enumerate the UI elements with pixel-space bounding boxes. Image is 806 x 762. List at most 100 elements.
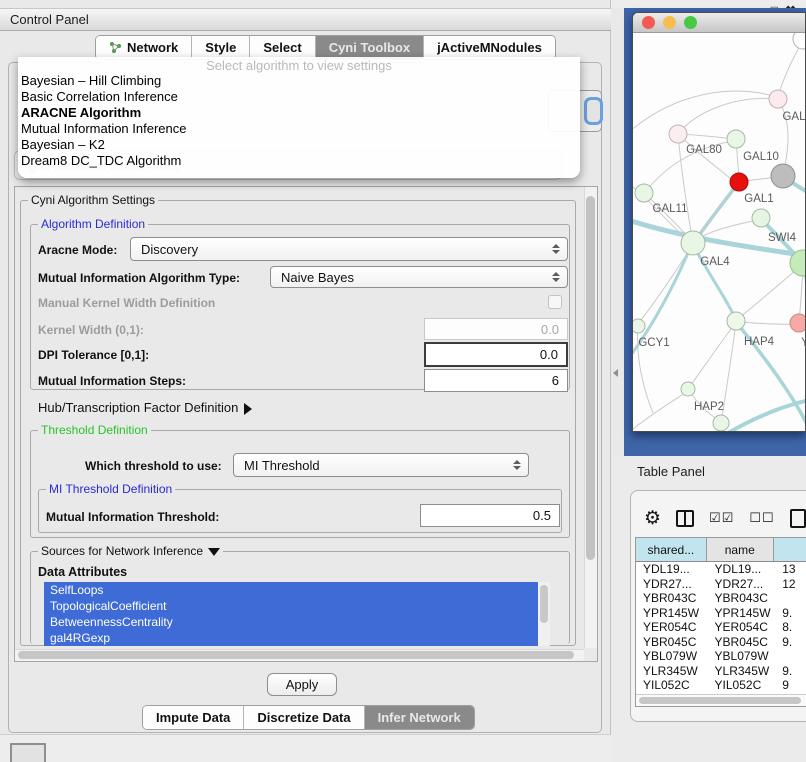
network-node-gcy1[interactable] [633, 319, 645, 333]
aracne-mode-label: Aracne Mode: [38, 243, 117, 257]
network-node[interactable] [793, 33, 806, 49]
document-icon[interactable] [790, 509, 806, 528]
table-cell: YBR043C [636, 591, 708, 606]
settings-vertical-scrollbar-thumb[interactable] [586, 196, 595, 560]
table-row[interactable]: YER054CYER054C8. [636, 620, 806, 635]
table-column-header[interactable]: name [707, 538, 774, 561]
close-traffic-light-icon[interactable] [642, 16, 655, 29]
table-row[interactable]: YIL052CYIL052C9 [636, 678, 806, 693]
bottom-tab-impute-data[interactable]: Impute Data [143, 706, 244, 729]
table-row[interactable]: YPR145WYPR145W9. [636, 606, 806, 621]
tab-select[interactable]: Select [250, 36, 315, 59]
table-cell: 13 [775, 562, 806, 577]
bottom-tab-infer-network[interactable]: Infer Network [365, 706, 474, 729]
network-node-hap2[interactable] [681, 382, 695, 396]
kernel-width-input[interactable]: 0.0 [424, 318, 568, 340]
table-row[interactable]: YDL19...YDL19...13 [636, 562, 806, 577]
select-all-checkboxes-icon[interactable]: ☑☑ [709, 510, 734, 526]
inference-algorithm-combo-focus[interactable] [584, 97, 603, 125]
network-node-y[interactable] [790, 314, 806, 332]
sources-group-title[interactable]: Sources for Network Inference [38, 544, 223, 558]
network-node-gal11[interactable] [635, 184, 653, 202]
algorithm-popup-item[interactable]: Mutual Information Inference [18, 121, 580, 137]
table-cell: YPR145W [636, 606, 708, 621]
attribute-list-item[interactable]: gal4RGexp [44, 630, 538, 646]
manual-kernel-checkbox[interactable] [548, 295, 562, 309]
aracne-mode-select[interactable]: Discovery [130, 237, 568, 261]
dpi-tolerance-input[interactable]: 0.0 [424, 342, 568, 367]
bottom-tab-discretize-data[interactable]: Discretize Data [244, 706, 364, 729]
apply-button[interactable]: Apply [267, 673, 337, 696]
algorithm-popup-item[interactable]: ARACNE Algorithm [18, 105, 580, 121]
splitter-arrow-icon [613, 369, 618, 377]
network-node-gal10[interactable] [727, 130, 745, 148]
network-nodes: GALGAL80GAL10GAL1GAL11SWI4GAL4GCY1HAP4YH… [633, 33, 806, 431]
tab-label: Cyni Toolbox [329, 40, 410, 55]
table-row[interactable]: YBL079WYBL079W [636, 649, 806, 664]
network-node-gal[interactable] [769, 90, 787, 108]
tab-network[interactable]: Network [96, 36, 192, 59]
dpi-tolerance-label: DPI Tolerance [0,1]: [38, 348, 149, 362]
algorithm-definition-title: Algorithm Definition [38, 217, 148, 231]
minimized-panel-button[interactable] [10, 743, 46, 762]
network-node-gal80[interactable] [669, 125, 687, 143]
bottom-tab-label: Discretize Data [257, 710, 350, 725]
mi-steps-label: Mutual Information Steps: [38, 374, 186, 388]
algorithm-popup-item[interactable]: Bayesian – Hill Climbing [18, 73, 580, 89]
mi-steps-input[interactable]: 6 [424, 369, 568, 392]
algorithm-popup-item[interactable]: Dream8 DC_TDC Algorithm [18, 153, 580, 169]
algorithm-popup-item[interactable]: Bayesian – K2 [18, 137, 580, 153]
node-label: Y [801, 337, 806, 349]
network-view-window[interactable]: GALGAL80GAL10GAL1GAL11SWI4GAL4GCY1HAP4YH… [632, 12, 806, 432]
attributes-list-scrollbar[interactable] [538, 582, 550, 646]
table-cell: YDR27... [708, 577, 776, 592]
table-column-header[interactable]: shared... [636, 538, 707, 561]
table-cell: YIL052C [708, 678, 776, 693]
network-canvas[interactable]: GALGAL80GAL10GAL1GAL11SWI4GAL4GCY1HAP4YH… [633, 33, 806, 432]
table-cell [775, 591, 806, 606]
algorithm-popup-item[interactable]: Basic Correlation Inference [18, 89, 580, 105]
network-node[interactable] [713, 415, 729, 431]
minimize-traffic-light-icon[interactable] [663, 16, 676, 29]
attribute-list-item[interactable]: BetweennessCentrality [44, 614, 538, 630]
deselect-all-checkboxes-icon[interactable]: ☐☐ [749, 510, 774, 526]
table-row[interactable]: YBR045CYBR045C9. [636, 635, 806, 650]
gear-icon[interactable]: ⚙ [644, 509, 661, 528]
table-row[interactable]: YBR043CYBR043C [636, 591, 806, 606]
mi-threshold-input[interactable]: 0.5 [420, 504, 560, 527]
network-node[interactable] [771, 164, 795, 188]
network-node-hap4[interactable] [727, 312, 745, 330]
columns-icon[interactable] [676, 510, 694, 527]
network-node-gal4[interactable] [681, 231, 705, 255]
table-cell: 8. [775, 620, 806, 635]
attribute-list-item[interactable]: TopologicalCoefficient [44, 598, 538, 614]
zoom-traffic-light-icon[interactable] [684, 16, 697, 29]
attributes-list-scrollbar-thumb[interactable] [540, 585, 548, 623]
tab-jactivemnodules[interactable]: jActiveMNodules [424, 36, 555, 59]
tab-style[interactable]: Style [192, 36, 250, 59]
algorithm-dropdown-popup: Select algorithm to view settings Bayesi… [18, 57, 580, 178]
table-horizontal-scrollbar-thumb[interactable] [639, 697, 801, 704]
node-label: GAL4 [700, 256, 730, 268]
table-row[interactable]: YDR27...YDR27...12 [636, 577, 806, 592]
kernel-width-value: 0.0 [541, 322, 559, 337]
table-cell [775, 649, 806, 664]
table-cell: 9. [775, 635, 806, 650]
table-row[interactable]: YLR345WYLR345W9. [636, 664, 806, 679]
table-cell: YBR045C [708, 635, 776, 650]
mi-algorithm-type-select[interactable]: Naive Bayes [270, 266, 568, 288]
tab-label: Network [127, 40, 178, 55]
table-cell: YLR345W [708, 664, 776, 679]
settings-horizontal-scrollbar-thumb[interactable] [18, 651, 574, 659]
network-icon [109, 41, 122, 54]
network-node-gal1[interactable] [730, 173, 748, 191]
network-node-swi4[interactable] [752, 209, 770, 227]
attribute-list-item[interactable]: SelfLoops [44, 582, 538, 598]
table-column-header[interactable] [774, 538, 806, 561]
manual-kernel-label: Manual Kernel Width Definition [38, 296, 215, 310]
network-window-titlebar[interactable] [633, 13, 805, 33]
table-cell: YBR045C [636, 635, 708, 650]
hub-section-toggle[interactable]: Hub/Transcription Factor Definition [38, 400, 252, 415]
tab-cyni-toolbox[interactable]: Cyni Toolbox [316, 36, 424, 59]
which-threshold-select[interactable]: MI Threshold [233, 453, 529, 477]
